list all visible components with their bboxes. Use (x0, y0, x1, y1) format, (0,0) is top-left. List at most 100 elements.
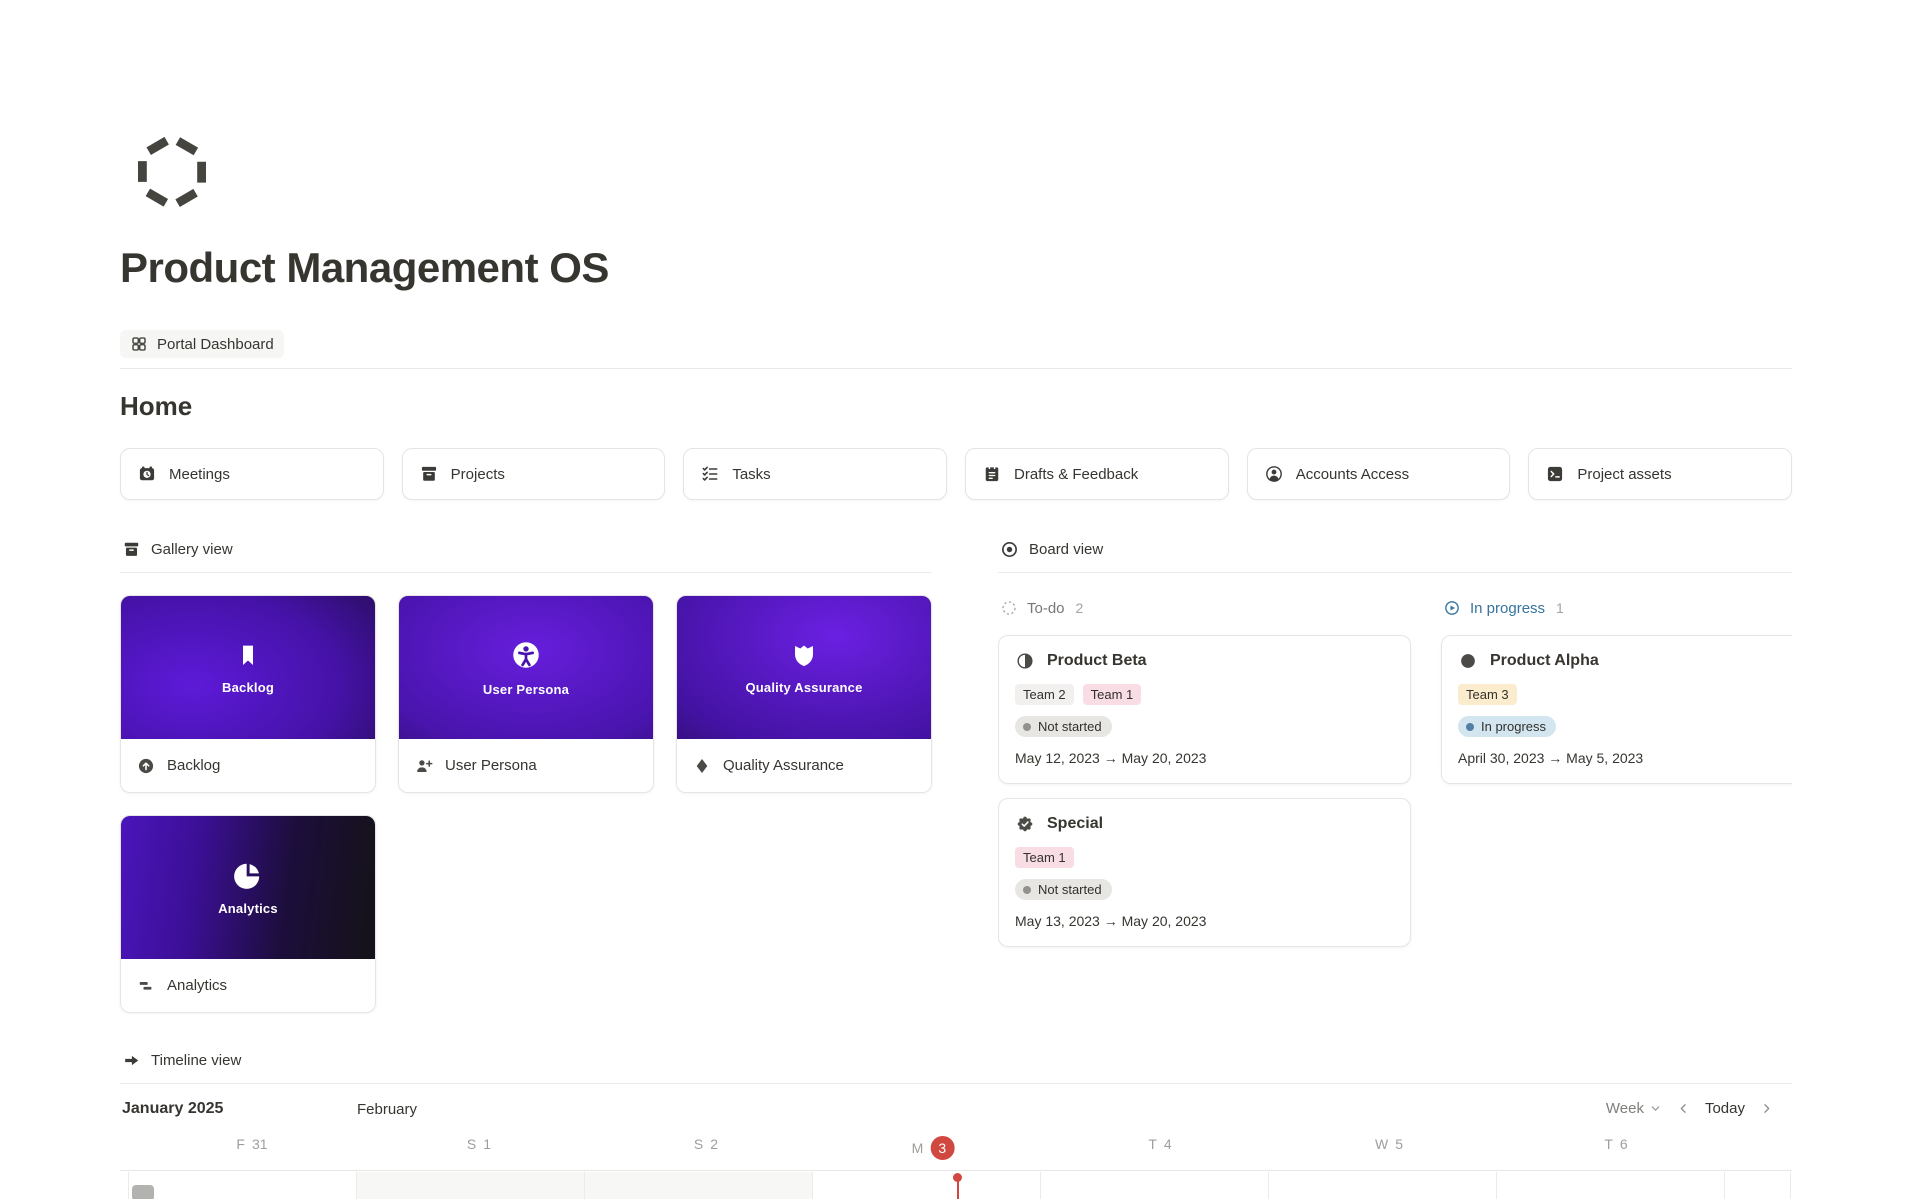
board-card-product-alpha[interactable]: Product Alpha Team 3 In progress (1441, 635, 1792, 784)
grid-line (812, 1172, 813, 1199)
grid-line (1724, 1172, 1725, 1199)
projects-button[interactable]: Projects (402, 448, 666, 500)
gallery-view-header[interactable]: Gallery view (120, 536, 932, 573)
project-assets-button[interactable]: Project assets (1528, 448, 1792, 500)
timeline-month-row: January 2025 February Week Today (120, 1094, 1792, 1128)
board-column-name: In progress (1470, 600, 1545, 617)
bookmark-icon (233, 640, 263, 670)
grid-line (1268, 1172, 1269, 1199)
page-logo (120, 0, 1792, 212)
archive-box-icon (419, 464, 439, 484)
timeline-month-secondary: February (357, 1101, 417, 1118)
person-circle-icon (1264, 464, 1284, 484)
status-badge: In progress (1458, 716, 1556, 737)
status-dot (1023, 886, 1031, 894)
timeline-day-today: M3 (912, 1136, 955, 1160)
drafts-feedback-button[interactable]: Drafts & Feedback (965, 448, 1229, 500)
timeline-day: S2 (694, 1136, 718, 1152)
grid-line (584, 1172, 585, 1199)
arrow-right-icon (122, 1051, 141, 1070)
gallery-card-quality-assurance[interactable]: Quality Assurance Quality Assurance (676, 595, 932, 793)
status-badge: Not started (1015, 879, 1112, 900)
gallery-card-title: Analytics (167, 977, 227, 994)
grid-line (128, 1172, 129, 1199)
gallery-card-title: User Persona (445, 757, 537, 774)
checklist-icon (700, 464, 720, 484)
gallery-section: Gallery view Backlog (120, 536, 932, 1013)
archive-box-icon (122, 540, 141, 559)
date-range: May 13, 2023 → May 20, 2023 (1015, 913, 1394, 929)
status-dot (1466, 723, 1474, 731)
status-badge: Not started (1015, 716, 1112, 737)
board-card-title: Product Beta (1047, 652, 1147, 670)
status-dot (1023, 723, 1031, 731)
grid-icon (130, 335, 148, 353)
board-column-count: 1 (1556, 600, 1564, 616)
gallery-card-analytics[interactable]: Analytics Analytics (120, 815, 376, 1013)
chevron-left-icon[interactable] (1676, 1101, 1691, 1116)
grid-line (1790, 1172, 1791, 1199)
tab-portal-dashboard[interactable]: Portal Dashboard (120, 330, 284, 358)
gallery-card-title: Backlog (167, 757, 220, 774)
accessibility-icon (509, 638, 543, 672)
timeline-day: S1 (467, 1136, 491, 1152)
board-columns: To-do 2 (998, 599, 1792, 947)
notepad-icon (982, 464, 1002, 484)
today-marker-line (957, 1180, 959, 1199)
board-section: Board view To-do 2 (998, 536, 1792, 1013)
board-column-in-progress: In progress 1 Product Alpha (1441, 599, 1792, 947)
board-card-list: Product Alpha Team 3 In progress (1441, 635, 1792, 784)
board-card-product-beta[interactable]: Product Beta Team 2 Team 1 Not started (998, 635, 1411, 784)
board-column-count: 2 (1076, 600, 1084, 616)
grid-line (1040, 1172, 1041, 1199)
arrow-up-circle-icon (136, 756, 156, 776)
page-title: Product Management OS (120, 244, 1792, 292)
tasks-button[interactable]: Tasks (683, 448, 947, 500)
board-card-special[interactable]: Special Team 1 Not started (998, 798, 1411, 947)
today-button[interactable]: Today (1705, 1100, 1745, 1117)
gallery-cover: User Persona (399, 596, 653, 739)
gallery-grid: Backlog Backlog (120, 595, 932, 1013)
pie-chart-icon (232, 859, 264, 891)
board-column-todo: To-do 2 (998, 599, 1411, 947)
cover-label: Analytics (218, 901, 278, 916)
timeline-view-label: Timeline view (151, 1052, 241, 1069)
quick-link-label: Projects (451, 466, 505, 483)
gallery-cover: Backlog (121, 596, 375, 739)
timeline-day: W5 (1375, 1136, 1403, 1152)
timeline-day: F31 (236, 1136, 267, 1152)
timeline-day: T4 (1148, 1136, 1171, 1152)
board-card-title-row: Product Beta (1015, 651, 1394, 671)
target-icon (1000, 540, 1019, 559)
board-column-header-todo[interactable]: To-do 2 (998, 599, 1411, 617)
gallery-card-backlog[interactable]: Backlog Backlog (120, 595, 376, 793)
gallery-card-user-persona[interactable]: User Persona User Persona (398, 595, 654, 793)
timeline-controls: Week Today (1606, 1100, 1774, 1117)
quick-link-label: Drafts & Feedback (1014, 466, 1138, 483)
play-circle-icon (1443, 599, 1461, 617)
cover-label: Backlog (222, 680, 274, 695)
gallery-card-title: Quality Assurance (723, 757, 844, 774)
quick-link-label: Accounts Access (1296, 466, 1409, 483)
shield-icon (789, 640, 819, 670)
board-card-title-row: Product Alpha (1458, 651, 1792, 671)
gallery-cover: Quality Assurance (677, 596, 931, 739)
accounts-access-button[interactable]: Accounts Access (1247, 448, 1511, 500)
calendar-clock-icon (137, 464, 157, 484)
timeline-grid[interactable] (120, 1170, 1792, 1199)
tag: Team 1 (1083, 684, 1142, 705)
tag-row: Team 3 (1458, 684, 1792, 705)
quick-link-label: Project assets (1577, 466, 1671, 483)
grid-line (1496, 1172, 1497, 1199)
meetings-button[interactable]: Meetings (120, 448, 384, 500)
board-column-header-in-progress[interactable]: In progress 1 (1441, 599, 1792, 617)
gallery-cover: Analytics (121, 816, 375, 959)
timeline-month-primary: January 2025 (122, 1100, 223, 1118)
tag: Team 1 (1015, 847, 1074, 868)
chevron-right-icon[interactable] (1759, 1101, 1774, 1116)
timeline-view-header[interactable]: Timeline view (120, 1047, 1792, 1084)
week-zoom-dropdown[interactable]: Week (1606, 1100, 1662, 1117)
board-view-header[interactable]: Board view (998, 536, 1792, 573)
timeline-item-stub[interactable] (132, 1185, 154, 1199)
chevron-down-icon (1649, 1102, 1662, 1115)
